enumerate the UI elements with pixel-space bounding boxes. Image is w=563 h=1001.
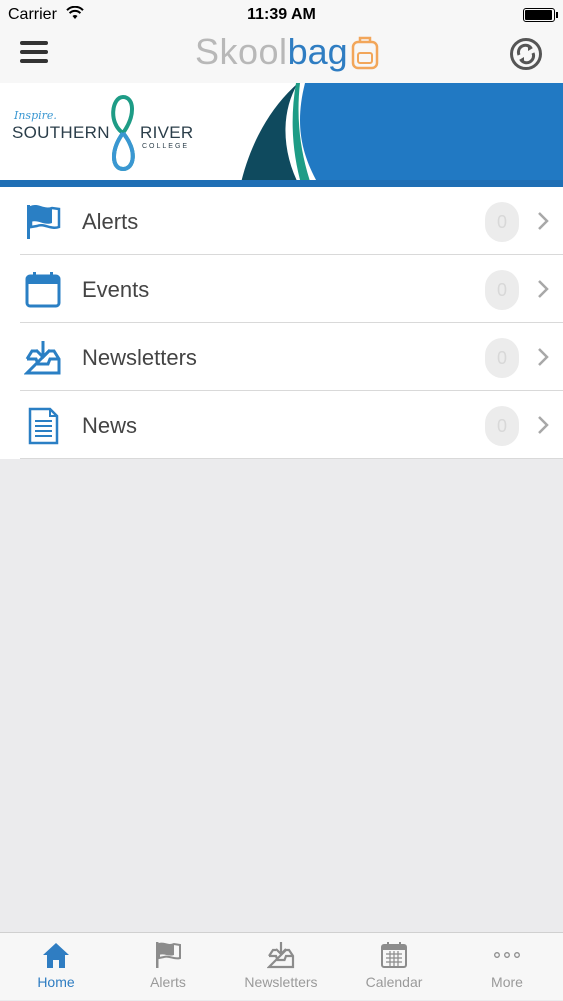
skoolbag-logo: Skool bag	[195, 31, 380, 72]
school-logo-mark	[111, 94, 135, 172]
calendar-icon	[25, 272, 61, 308]
menu-item-newsletters[interactable]: Newsletters 0	[0, 323, 563, 391]
tab-home[interactable]: Home	[0, 933, 112, 1001]
menu-item-news[interactable]: News 0	[0, 391, 563, 459]
chevron-right-icon	[538, 348, 549, 366]
menu-item-label: Newsletters	[82, 345, 197, 370]
status-bar: Carrier 11:39 AM	[0, 0, 563, 30]
more-icon	[494, 952, 520, 958]
school-subname: COLLEGE	[142, 143, 190, 150]
count-badge: 0	[485, 202, 519, 242]
menu-item-label: Events	[82, 277, 150, 302]
logo-text-skool: Skool	[195, 31, 288, 72]
tab-label: Alerts	[150, 974, 186, 990]
flag-icon	[156, 942, 181, 968]
menu-item-label: Alerts	[82, 209, 139, 234]
tab-alerts[interactable]: Alerts	[112, 933, 224, 1001]
inbox-download-icon	[267, 942, 295, 969]
menu-item-label: News	[82, 413, 138, 438]
tab-calendar[interactable]: Calendar	[338, 933, 450, 1001]
school-name-left: SOUTHERN	[12, 123, 110, 142]
tab-label: Home	[37, 974, 75, 990]
tab-more[interactable]: More	[451, 933, 563, 1001]
tab-bar: Home Alerts Newsletters Calendar More	[0, 932, 563, 1000]
school-name-right: RIVER	[140, 123, 194, 142]
school-banner: Inspire. SOUTHERN RIVER COLLEGE	[0, 83, 563, 187]
home-icon	[43, 943, 69, 968]
tab-label: Calendar	[365, 974, 423, 990]
menu-item-events[interactable]: Events 0	[0, 255, 563, 323]
menu-item-alerts[interactable]: Alerts 0	[0, 187, 563, 255]
tab-label: More	[491, 974, 523, 990]
flag-icon	[27, 205, 61, 239]
hamburger-menu-button[interactable]	[20, 38, 48, 66]
logo-text-bag: bag	[287, 31, 348, 72]
row-divider	[20, 458, 563, 459]
tab-label: Newsletters	[244, 974, 318, 990]
menu-list: Alerts 0 Events 0 Newsletters 0 News 0	[0, 187, 563, 459]
calendar-icon	[381, 942, 407, 968]
count-badge: 0	[485, 338, 519, 378]
chevron-right-icon	[538, 280, 549, 298]
status-time: 11:39 AM	[247, 6, 316, 23]
chevron-right-icon	[538, 416, 549, 434]
sync-icon[interactable]	[509, 37, 543, 71]
nav-bar: Skool bag	[0, 30, 563, 83]
count-badge: 0	[485, 270, 519, 310]
chevron-right-icon	[538, 212, 549, 230]
battery-icon	[523, 8, 558, 22]
backpack-icon	[351, 36, 378, 70]
tab-newsletters[interactable]: Newsletters	[225, 933, 337, 1001]
inbox-download-icon	[24, 341, 61, 375]
document-icon	[28, 407, 59, 445]
count-badge: 0	[485, 406, 519, 446]
banner-tagline: Inspire.	[14, 109, 57, 122]
